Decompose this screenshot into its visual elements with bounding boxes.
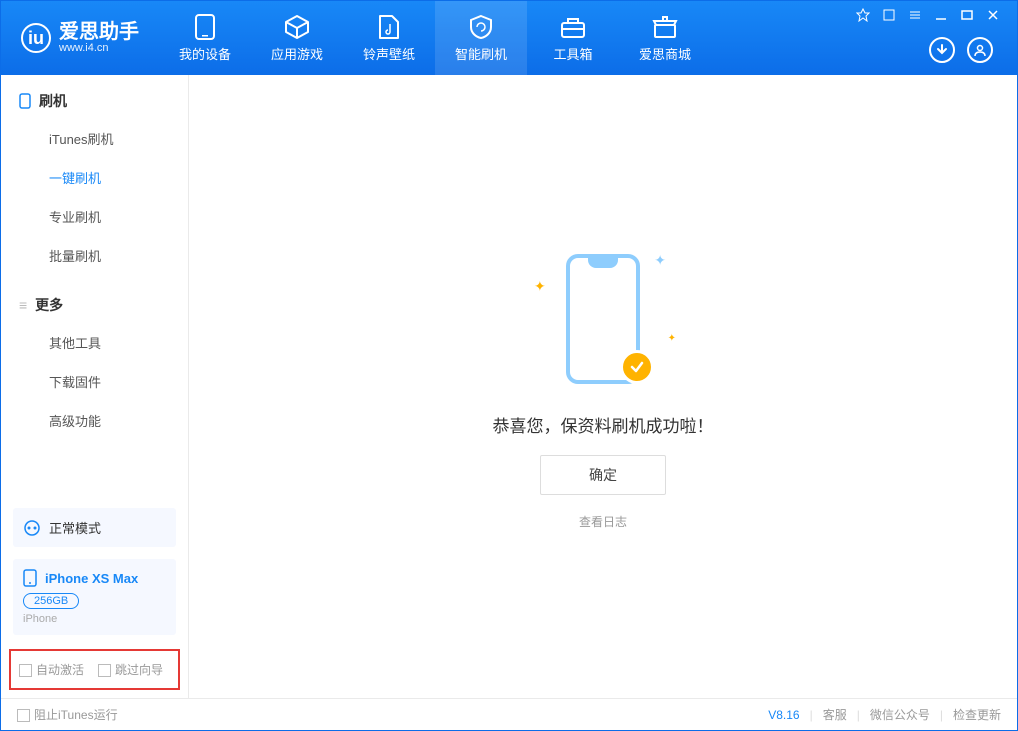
music-file-icon bbox=[376, 14, 402, 40]
sidebar-section-header: 刷机 bbox=[1, 91, 188, 119]
device-phone-icon bbox=[23, 569, 37, 587]
sidebar-section-flash: 刷机 iTunes刷机 一键刷机 专业刷机 批量刷机 bbox=[1, 75, 188, 279]
checkbox-block-itunes[interactable]: 阻止iTunes运行 bbox=[17, 706, 118, 723]
tab-apps-games[interactable]: 应用游戏 bbox=[251, 1, 343, 75]
sidebar-header-label: 刷机 bbox=[39, 91, 67, 111]
menu-icon[interactable] bbox=[907, 7, 923, 23]
separator: | bbox=[810, 708, 813, 722]
sidebar-item-label: 一键刷机 bbox=[49, 171, 101, 186]
sidebar-item-pro-flash[interactable]: 专业刷机 bbox=[1, 197, 188, 236]
sidebar-item-label: 批量刷机 bbox=[49, 249, 101, 264]
tab-toolbox[interactable]: 工具箱 bbox=[527, 1, 619, 75]
separator: | bbox=[857, 708, 860, 722]
sidebar-item-oneclick-flash[interactable]: 一键刷机 bbox=[1, 158, 188, 197]
sidebar-item-label: 其他工具 bbox=[49, 336, 101, 351]
sidebar-header-label: 更多 bbox=[35, 295, 63, 315]
success-illustration: ✦ ✦ ✦ bbox=[528, 244, 678, 394]
tab-smart-flash[interactable]: 智能刷机 bbox=[435, 1, 527, 75]
toolbox-icon bbox=[560, 14, 586, 40]
device-icon bbox=[192, 14, 218, 40]
logo-area: iu 爱思助手 www.i4.cn bbox=[1, 22, 159, 54]
sidebar-item-itunes-flash[interactable]: iTunes刷机 bbox=[1, 119, 188, 158]
header-right bbox=[855, 1, 1005, 75]
tab-label: 爱思商城 bbox=[639, 44, 691, 63]
body: 刷机 iTunes刷机 一键刷机 专业刷机 批量刷机 ≡ 更多 其他工具 下载固… bbox=[1, 75, 1017, 698]
list-icon: ≡ bbox=[19, 297, 27, 313]
device-card[interactable]: iPhone XS Max 256GB iPhone bbox=[13, 559, 176, 635]
sparkle-icon: ✦ bbox=[654, 252, 666, 269]
sidebar-item-batch-flash[interactable]: 批量刷机 bbox=[1, 236, 188, 275]
footer-left: 阻止iTunes运行 bbox=[17, 706, 118, 723]
device-type: iPhone bbox=[23, 613, 166, 625]
window-controls bbox=[855, 1, 1005, 23]
sparkle-icon: ✦ bbox=[534, 278, 546, 295]
device-mode-status[interactable]: 正常模式 bbox=[13, 508, 176, 547]
maximize-button[interactable] bbox=[959, 7, 975, 23]
tab-my-device[interactable]: 我的设备 bbox=[159, 1, 251, 75]
minimize-button[interactable] bbox=[933, 7, 949, 23]
app-title: 爱思助手 bbox=[59, 22, 139, 42]
app-window: iu 爱思助手 www.i4.cn 我的设备 应用游戏 铃声壁纸 智能刷机 bbox=[0, 0, 1018, 731]
checkbox-label: 阻止iTunes运行 bbox=[34, 708, 118, 722]
tab-label: 智能刷机 bbox=[455, 44, 507, 63]
customer-service-link[interactable]: 客服 bbox=[823, 706, 847, 723]
tab-label: 工具箱 bbox=[553, 44, 592, 63]
sidebar-item-label: iTunes刷机 bbox=[49, 132, 114, 147]
checkbox-label: 自动激活 bbox=[36, 663, 84, 677]
device-capacity-badge: 256GB bbox=[23, 593, 79, 609]
check-circle-icon bbox=[620, 350, 654, 384]
wechat-link[interactable]: 微信公众号 bbox=[870, 706, 930, 723]
header: iu 爱思助手 www.i4.cn 我的设备 应用游戏 铃声壁纸 智能刷机 bbox=[1, 1, 1017, 75]
feedback-icon[interactable] bbox=[855, 7, 871, 23]
sidebar-item-label: 高级功能 bbox=[49, 414, 101, 429]
tab-label: 铃声壁纸 bbox=[363, 44, 415, 63]
version-label: V8.16 bbox=[768, 708, 799, 722]
skin-icon[interactable] bbox=[881, 7, 897, 23]
user-controls bbox=[929, 37, 1005, 75]
sidebar-item-download-firmware[interactable]: 下载固件 bbox=[1, 362, 188, 401]
flash-options-highlighted: 自动激活 跳过向导 bbox=[9, 649, 180, 690]
checkbox-icon bbox=[98, 664, 111, 677]
checkbox-icon bbox=[19, 664, 32, 677]
store-icon bbox=[652, 14, 678, 40]
cube-icon bbox=[284, 14, 310, 40]
tab-store[interactable]: 爱思商城 bbox=[619, 1, 711, 75]
phone-outline-icon bbox=[19, 93, 31, 109]
sidebar-item-label: 下载固件 bbox=[49, 375, 101, 390]
mode-label: 正常模式 bbox=[49, 518, 101, 537]
checkbox-skip-guide[interactable]: 跳过向导 bbox=[98, 661, 163, 678]
download-button[interactable] bbox=[929, 37, 955, 63]
shield-refresh-icon bbox=[468, 14, 494, 40]
nav-tabs: 我的设备 应用游戏 铃声壁纸 智能刷机 工具箱 爱思商城 bbox=[159, 1, 711, 75]
ok-button[interactable]: 确定 bbox=[540, 455, 666, 495]
checkbox-auto-activate[interactable]: 自动激活 bbox=[19, 661, 84, 678]
close-button[interactable] bbox=[985, 7, 1001, 23]
app-url: www.i4.cn bbox=[59, 42, 139, 54]
check-update-link[interactable]: 检查更新 bbox=[953, 706, 1001, 723]
checkbox-icon bbox=[17, 709, 30, 722]
user-account-button[interactable] bbox=[967, 37, 993, 63]
sidebar-item-advanced[interactable]: 高级功能 bbox=[1, 401, 188, 440]
sidebar-item-other-tools[interactable]: 其他工具 bbox=[1, 323, 188, 362]
mode-icon bbox=[23, 519, 41, 537]
view-log-link[interactable]: 查看日志 bbox=[579, 513, 627, 530]
sidebar: 刷机 iTunes刷机 一键刷机 专业刷机 批量刷机 ≡ 更多 其他工具 下载固… bbox=[1, 75, 189, 698]
sidebar-section-header: ≡ 更多 bbox=[1, 295, 188, 323]
separator: | bbox=[940, 708, 943, 722]
success-message: 恭喜您，保资料刷机成功啦！ bbox=[493, 412, 714, 437]
sidebar-item-label: 专业刷机 bbox=[49, 210, 101, 225]
tab-label: 我的设备 bbox=[179, 44, 231, 63]
app-logo-icon: iu bbox=[21, 23, 51, 53]
sidebar-section-more: ≡ 更多 其他工具 下载固件 高级功能 bbox=[1, 279, 188, 444]
tab-ringtones-wallpapers[interactable]: 铃声壁纸 bbox=[343, 1, 435, 75]
sparkle-icon: ✦ bbox=[668, 333, 676, 344]
footer-right: V8.16 | 客服 | 微信公众号 | 检查更新 bbox=[768, 706, 1001, 723]
device-name: iPhone XS Max bbox=[45, 571, 138, 586]
checkbox-label: 跳过向导 bbox=[115, 663, 163, 677]
footer: 阻止iTunes运行 V8.16 | 客服 | 微信公众号 | 检查更新 bbox=[1, 698, 1017, 730]
app-title-block: 爱思助手 www.i4.cn bbox=[59, 22, 139, 54]
main-content: ✦ ✦ ✦ 恭喜您，保资料刷机成功啦！ 确定 查看日志 bbox=[189, 75, 1017, 698]
tab-label: 应用游戏 bbox=[271, 44, 323, 63]
